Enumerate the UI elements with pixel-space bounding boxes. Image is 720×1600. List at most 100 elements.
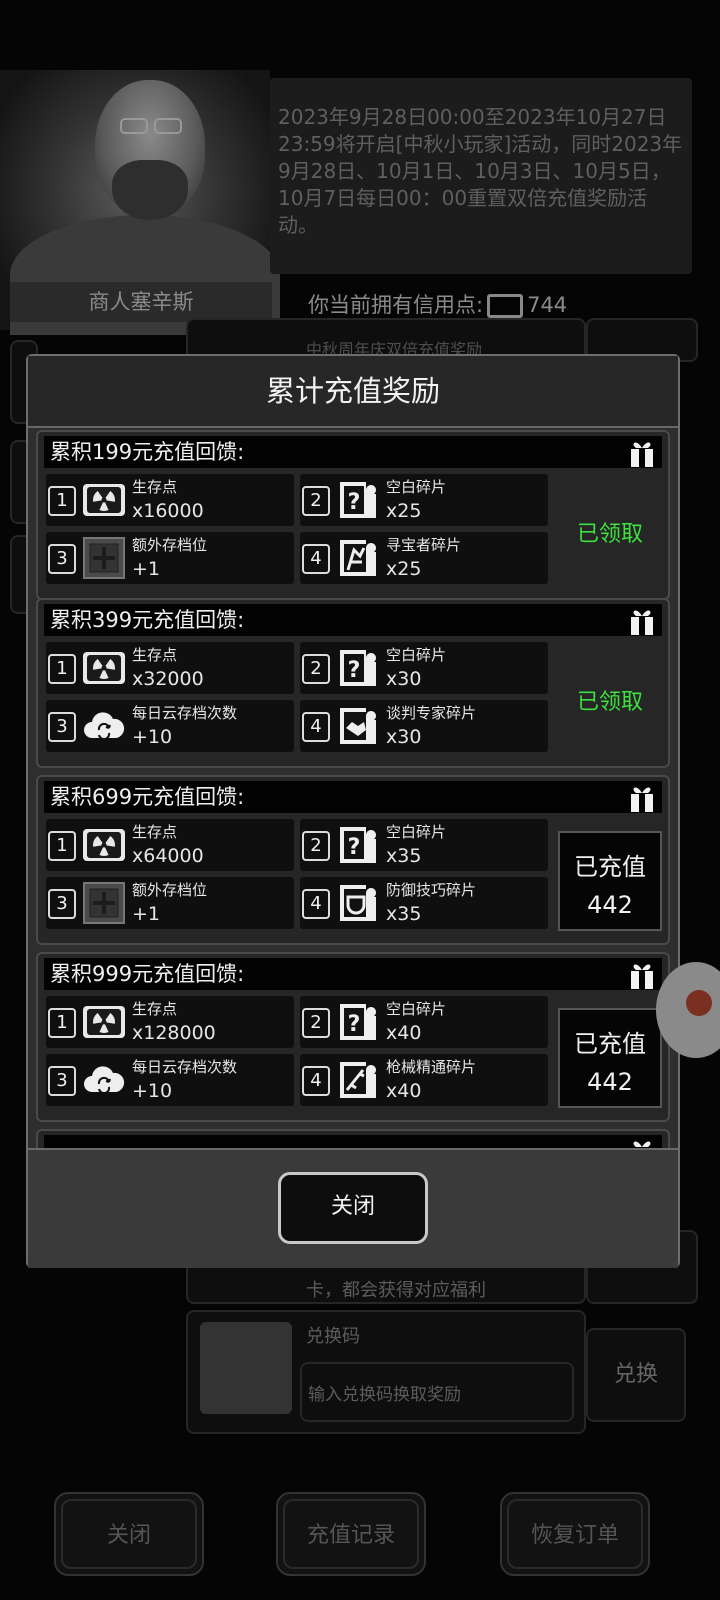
reward-quantity: x35	[386, 903, 422, 925]
reward-name: 生存点	[132, 646, 178, 664]
reward-quantity: x35	[386, 845, 422, 867]
blank-fragment-icon: ?	[336, 1000, 380, 1044]
reward-number: 1	[48, 1008, 76, 1038]
extra-slot-icon	[82, 536, 126, 580]
reward-tier: 累积699元充值回馈: 1 生存点 x64000 2? 空白碎片 x35 3 额外存档位 +1 4 防…	[36, 775, 670, 945]
tier-title: 累积199元充值回馈:	[50, 440, 245, 464]
svg-text:?: ?	[348, 1012, 361, 1037]
reward-quantity: x30	[386, 668, 422, 690]
reward-name: 生存点	[132, 823, 178, 841]
recharge-progress: 已充值 442	[558, 831, 662, 931]
reward-quantity: +10	[132, 1080, 173, 1102]
reward-item[interactable]: 2? 空白碎片 x35	[300, 819, 548, 871]
claimed-status: 已领取	[576, 690, 643, 715]
svg-text:?: ?	[348, 490, 361, 515]
reward-item[interactable]: 2? 空白碎片 x30	[300, 642, 548, 694]
reward-quantity: x32000	[132, 668, 204, 690]
reward-number: 3	[48, 544, 76, 574]
reward-tier: 累积399元充值回馈: 1 生存点 x32000 2? 空白碎片 x30 3 每日云存档次数 +1…	[36, 598, 670, 768]
reward-quantity: x25	[386, 500, 422, 522]
close-button[interactable]: 关闭	[278, 1172, 428, 1244]
reward-item[interactable]: 3 额外存档位 +1	[46, 532, 294, 584]
reward-item[interactable]: 1 生存点 x64000	[46, 819, 294, 871]
restore-order-button[interactable]: 恢复订单	[500, 1492, 650, 1576]
radiation-icon	[82, 823, 126, 867]
redeem-title: 兑换码	[306, 1326, 360, 1347]
reward-item[interactable]: 3 每日云存档次数 +10	[46, 700, 294, 752]
tier-header: 累积999元充值回馈:	[44, 958, 662, 990]
glasses-icon	[120, 118, 192, 136]
reward-item[interactable]: 4 防御技巧碎片 x35	[300, 877, 548, 929]
tier-header: 累积699元充值回馈:	[44, 781, 662, 813]
reward-name: 防御技巧碎片	[386, 881, 477, 899]
reward-number: 2	[302, 654, 330, 684]
reward-quantity: x25	[386, 558, 422, 580]
tier-title: 累积999元充值回馈:	[50, 962, 245, 986]
reward-item[interactable]: 3 每日云存档次数 +10	[46, 1054, 294, 1106]
claimed-status: 已领取	[576, 522, 643, 547]
recharge-progress: 已充值 442	[558, 1008, 662, 1108]
reward-tier: 累积999元充值回馈: 1 生存点 x128000 2? 空白碎片 x40 3 每日云存档次数 +…	[36, 952, 670, 1122]
reward-name: 空白碎片	[386, 1000, 447, 1018]
reward-number: 1	[48, 831, 76, 861]
reward-item[interactable]: 1 生存点 x32000	[46, 642, 294, 694]
reward-item[interactable]: 2? 空白碎片 x25	[300, 474, 548, 526]
reward-quantity: x30	[386, 726, 422, 748]
card-panel-text: 卡，都会获得对应福利	[306, 1280, 486, 1301]
credits-value: 744	[527, 293, 568, 317]
reward-quantity: x16000	[132, 500, 204, 522]
reward-name: 谈判专家碎片	[386, 704, 477, 722]
svg-text:?: ?	[348, 835, 361, 860]
reward-item[interactable]: 2? 空白碎片 x40	[300, 996, 548, 1048]
reward-number: 3	[48, 889, 76, 919]
reward-name: 枪械精通碎片	[386, 1058, 477, 1076]
merchant-name: 商人塞辛斯	[10, 282, 272, 322]
reward-name: 空白碎片	[386, 646, 447, 664]
reward-number: 2	[302, 831, 330, 861]
merchant-beard	[112, 160, 188, 220]
reward-tier-list[interactable]: 累积199元充值回馈: 1 生存点 x16000 2? 空白碎片 x25 3 额外存档位 +1 4 寻…	[36, 430, 670, 1148]
reward-name: 空白碎片	[386, 478, 447, 496]
reward-quantity: x128000	[132, 1022, 216, 1044]
recharged-amount: 442	[587, 891, 633, 919]
gift-icon	[628, 606, 656, 636]
extra-slot-icon	[82, 881, 126, 925]
reward-item[interactable]: 4 谈判专家碎片 x30	[300, 700, 548, 752]
reward-item[interactable]: 1 生存点 x16000	[46, 474, 294, 526]
reward-quantity: x40	[386, 1080, 422, 1102]
radiation-icon	[82, 646, 126, 690]
reward-number: 3	[48, 712, 76, 742]
tier-title: 累积699元充值回馈:	[50, 785, 245, 809]
redeem-placeholder: 输入兑换码换取奖励	[308, 1385, 461, 1405]
cloud-save-icon	[82, 1058, 126, 1102]
treasure-hunter-fragment-icon	[336, 536, 380, 580]
bg-close-button[interactable]: 关闭	[54, 1492, 204, 1576]
redeem-button[interactable]: 兑换	[586, 1328, 686, 1422]
cloud-save-icon	[82, 704, 126, 748]
reward-item[interactable]: 3 额外存档位 +1	[46, 877, 294, 929]
reward-name: 每日云存档次数	[132, 1058, 238, 1076]
negotiator-fragment-icon	[336, 704, 380, 748]
radiation-icon	[82, 478, 126, 522]
reward-number: 1	[48, 486, 76, 516]
reward-item[interactable]: 4 枪械精通碎片 x40	[300, 1054, 548, 1106]
reward-number: 1	[48, 654, 76, 684]
reward-number: 2	[302, 1008, 330, 1038]
reward-name: 每日云存档次数	[132, 704, 238, 722]
recharged-label: 已充值	[574, 853, 646, 881]
reward-item[interactable]: 1 生存点 x128000	[46, 996, 294, 1048]
tier-title: 累积399元充值回馈:	[50, 608, 245, 632]
svg-text:?: ?	[348, 658, 361, 683]
credits-display: 你当前拥有信用点: 744	[308, 290, 567, 320]
recharged-amount: 442	[587, 1068, 633, 1096]
reward-name: 额外存档位	[132, 881, 208, 899]
recharge-history-button[interactable]: 充值记录	[276, 1492, 426, 1576]
reward-quantity: +1	[132, 558, 161, 580]
reward-quantity: x64000	[132, 845, 204, 867]
scroll-icon	[200, 1322, 292, 1414]
tier-header: 累积199元充值回馈:	[44, 436, 662, 468]
gift-icon	[628, 1137, 656, 1148]
reward-name: 寻宝者碎片	[386, 536, 462, 554]
credit-card-icon	[487, 294, 524, 318]
reward-item[interactable]: 4 寻宝者碎片 x25	[300, 532, 548, 584]
